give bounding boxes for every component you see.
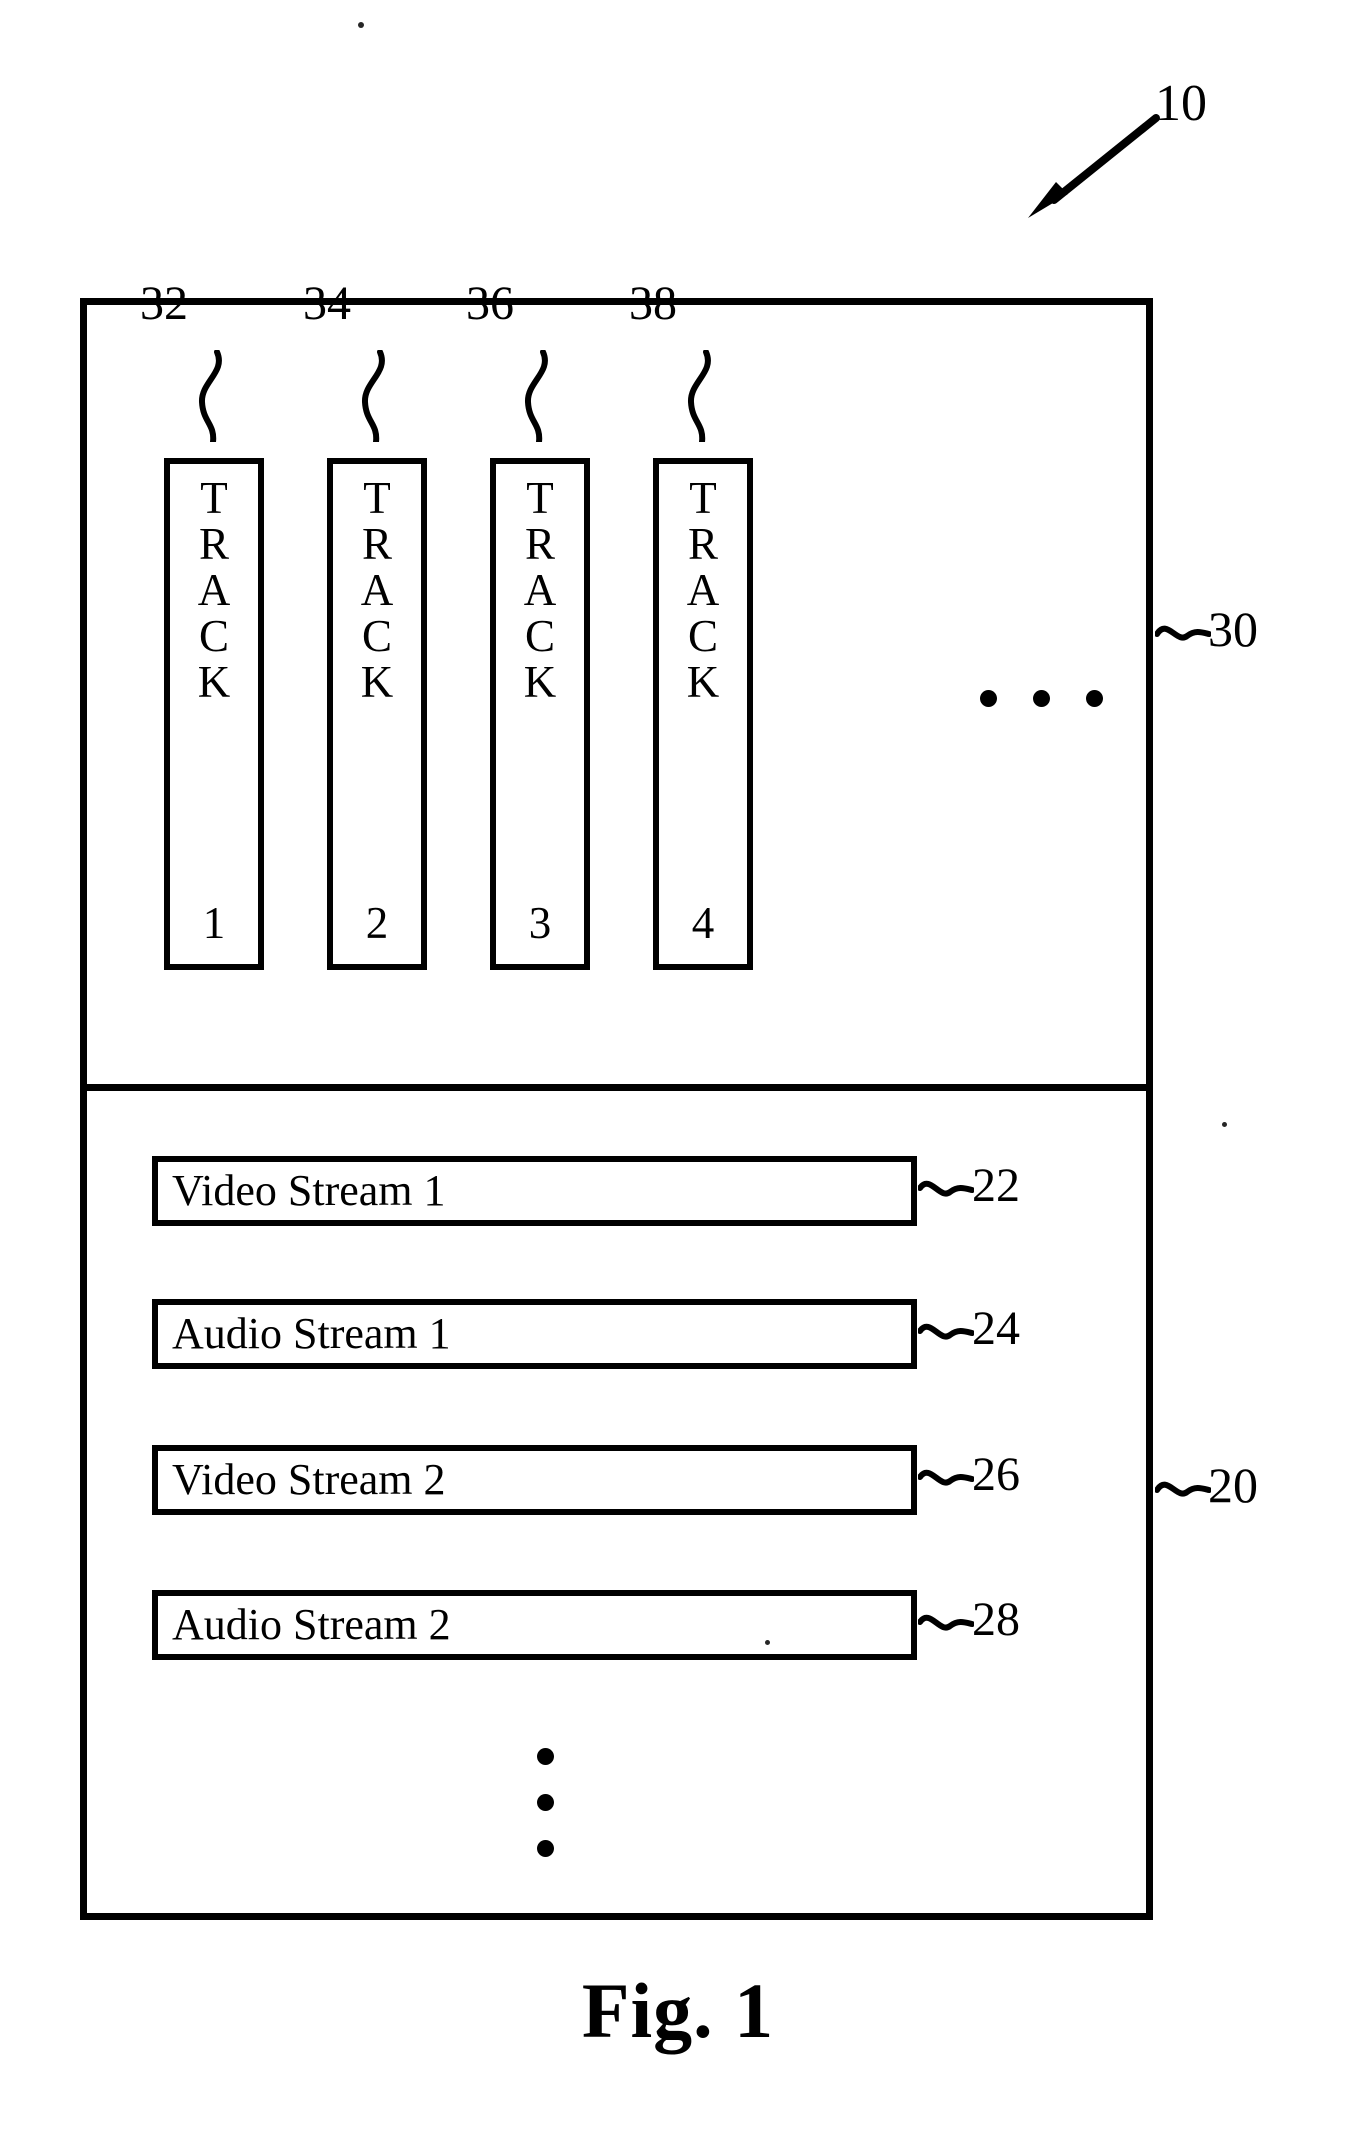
track-number-3: 3 [528,898,552,948]
reference-numeral-20: 20 [1208,1457,1258,1513]
figure-caption: Fig. 1 [581,1967,775,2054]
track-letter: R [361,518,392,569]
stream-label: Audio Stream 2 [172,1600,451,1649]
track-continuation-ellipsis [980,690,1103,707]
section-divider [80,1084,1153,1091]
scan-speckle [765,1640,770,1645]
stream-box-audio-2[interactable]: Audio Stream 2 [152,1590,917,1660]
track-letter: A [523,564,557,615]
track-letter: R [687,518,718,569]
track-letter: K [686,656,720,707]
track-box-1[interactable]: T R A C K 1 [164,458,264,970]
scan-speckle [1222,1122,1227,1127]
ellipsis-dot [537,1840,554,1857]
ellipsis-dot [1033,690,1050,707]
reference-numeral-26: 26 [972,1448,1020,1501]
stream-continuation-ellipsis [537,1748,554,1857]
reference-numeral-38: 38 [629,277,677,330]
leader-squiggle-38-icon [688,350,711,442]
stream-label: Video Stream 1 [172,1166,446,1215]
track-letter: T [689,473,717,523]
leader-squiggle-26-icon [918,1469,974,1486]
track-number-1: 1 [202,898,226,948]
scan-speckle [358,22,364,28]
track-letter: T [526,473,554,523]
track-letter: T [363,473,391,523]
track-letter: K [360,656,394,707]
ellipsis-dot [537,1794,554,1811]
track-number-4: 4 [691,898,715,948]
track-letter: K [197,656,231,707]
track-box-4[interactable]: T R A C K 4 [653,458,753,970]
ellipsis-dot [980,690,997,707]
stream-box-video-1[interactable]: Video Stream 1 [152,1156,917,1226]
stream-label: Audio Stream 1 [172,1309,451,1358]
stream-box-audio-1[interactable]: Audio Stream 1 [152,1299,917,1369]
track-letter: C [198,610,229,661]
leader-squiggle-24-icon [918,1323,974,1340]
track-letter: A [686,564,720,615]
stream-box-video-2[interactable]: Video Stream 2 [152,1445,917,1515]
reference-numeral-10: 10 [1155,75,1207,132]
leader-squiggle-20-icon [1155,1481,1211,1497]
leader-squiggle-30-icon [1155,625,1211,641]
reference-numeral-24: 24 [972,1302,1020,1355]
track-letters-4: T R A C K [686,473,720,707]
reference-numeral-28: 28 [972,1593,1020,1646]
track-letter: R [524,518,555,569]
track-letter: T [200,473,228,523]
reference-numeral-34: 34 [303,277,351,330]
track-letter: K [523,656,557,707]
ellipsis-dot [537,1748,554,1765]
reference-numeral-32: 32 [140,277,188,330]
track-letter: C [687,610,718,661]
track-box-3[interactable]: T R A C K 3 [490,458,590,970]
track-letter: A [360,564,394,615]
reference-numeral-30: ~3030 [1208,601,1258,657]
track-letter: C [361,610,392,661]
patent-figure: 10 32 34 36 38 T R A C K 1 T R A C K 2 T… [0,0,1356,2140]
reference-numeral-22: 22 [972,1159,1020,1212]
leader-squiggle-34-icon [362,350,385,442]
track-box-2[interactable]: T R A C K 2 [327,458,427,970]
track-letters-1: T R A C K [197,473,231,707]
track-letter: C [524,610,555,661]
track-letters-3: T R A C K [523,473,557,707]
stream-label: Video Stream 2 [172,1455,446,1504]
reference-numeral-36: 36 [466,277,514,330]
leader-squiggle-28-icon [918,1614,974,1631]
leader-squiggle-36-icon [525,350,548,442]
ellipsis-dot [1086,690,1103,707]
track-letter: A [197,564,231,615]
leader-squiggle-32-icon [199,350,222,442]
track-letter: R [198,518,229,569]
leader-squiggle-22-icon [918,1180,974,1197]
track-number-2: 2 [365,898,389,948]
track-letters-2: T R A C K [360,473,394,707]
